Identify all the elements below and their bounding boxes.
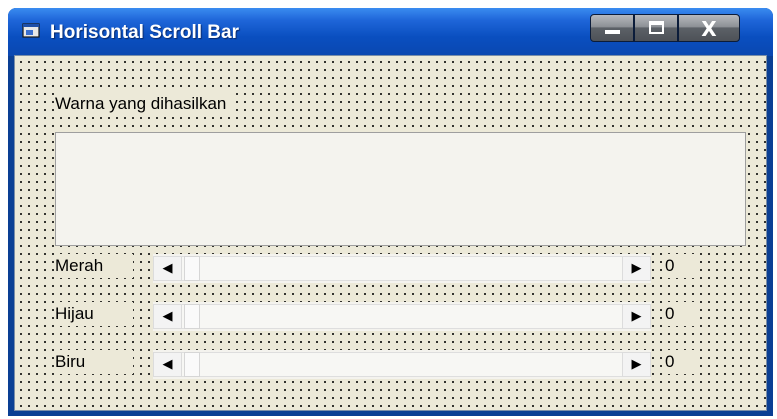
blue-value: 0	[665, 350, 695, 374]
scroll-thumb[interactable]	[184, 256, 200, 281]
blue-scrollbar[interactable]: ◀ ▶	[153, 350, 651, 379]
maximize-icon	[649, 21, 664, 34]
maximize-button[interactable]	[634, 14, 678, 42]
green-label: Hijau	[55, 302, 133, 326]
color-result-label: Warna yang dihasilkan	[55, 92, 233, 116]
green-scrollbar[interactable]: ◀ ▶	[153, 302, 651, 331]
app-window: Horisontal Scroll Bar X Warna yang dihas…	[8, 8, 773, 416]
red-scrollbar[interactable]: ◀ ▶	[153, 254, 651, 283]
arrow-right-icon[interactable]: ▶	[622, 304, 651, 329]
app-icon[interactable]	[22, 22, 40, 40]
minimize-icon	[605, 30, 620, 34]
minimize-button[interactable]	[590, 14, 634, 42]
color-preview-box	[55, 132, 746, 246]
scroll-track[interactable]	[182, 256, 622, 281]
scroll-thumb[interactable]	[184, 352, 200, 377]
form-client-area: Warna yang dihasilkan Merah ◀ ▶ 0 Hijau …	[14, 55, 767, 411]
scroll-track[interactable]	[182, 352, 622, 377]
scroll-thumb[interactable]	[184, 304, 200, 329]
arrow-left-icon[interactable]: ◀	[153, 304, 182, 329]
scroll-track[interactable]	[182, 304, 622, 329]
red-value: 0	[665, 254, 695, 278]
close-icon: X	[701, 17, 717, 41]
close-button[interactable]: X	[678, 14, 740, 42]
green-value: 0	[665, 302, 695, 326]
arrow-left-icon[interactable]: ◀	[153, 256, 182, 281]
window-title: Horisontal Scroll Bar	[50, 22, 239, 43]
red-label: Merah	[55, 254, 133, 278]
blue-label: Biru	[55, 350, 133, 374]
arrow-right-icon[interactable]: ▶	[622, 256, 651, 281]
arrow-right-icon[interactable]: ▶	[622, 352, 651, 377]
title-bar[interactable]: Horisontal Scroll Bar X	[8, 8, 773, 56]
arrow-left-icon[interactable]: ◀	[153, 352, 182, 377]
